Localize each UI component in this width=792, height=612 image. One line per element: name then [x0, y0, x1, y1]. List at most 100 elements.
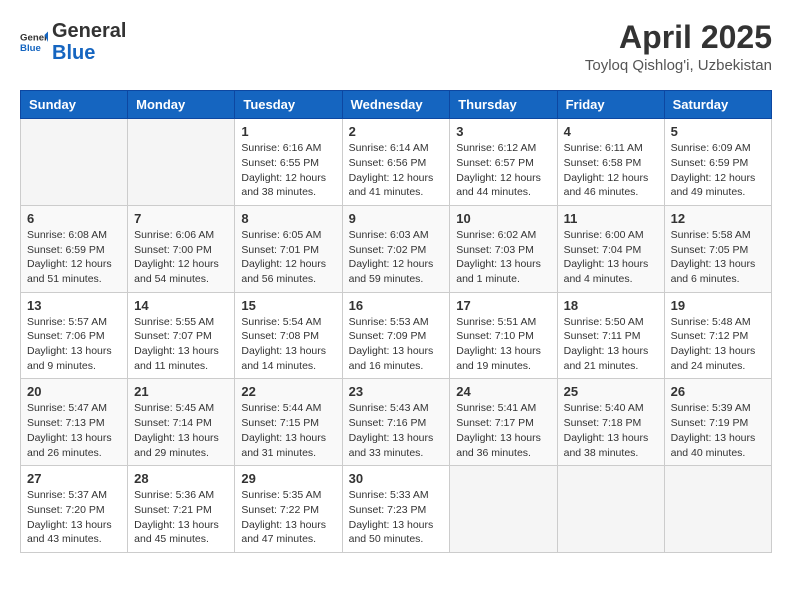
calendar-cell: 19 Sunrise: 5:48 AM Sunset: 7:12 PM Dayli… [664, 292, 771, 379]
day-detail: Sunrise: 5:41 AM Sunset: 7:17 PM Dayligh… [456, 401, 550, 460]
day-number: 20 [27, 384, 121, 399]
weekday-header-wednesday: Wednesday [342, 91, 450, 119]
day-number: 14 [134, 298, 228, 313]
calendar-cell: 7 Sunrise: 6:06 AM Sunset: 7:00 PM Daylig… [128, 205, 235, 292]
day-detail: Sunrise: 6:11 AM Sunset: 6:58 PM Dayligh… [564, 141, 658, 200]
day-number: 21 [134, 384, 228, 399]
day-detail: Sunrise: 5:54 AM Sunset: 7:08 PM Dayligh… [241, 315, 335, 374]
calendar-cell: 6Sunrise: 6:08 AM Sunset: 6:59 PM Daylig… [21, 205, 128, 292]
day-number: 8 [241, 211, 335, 226]
logo: General Blue General Blue [20, 20, 126, 64]
day-number: 29 [241, 471, 335, 486]
day-number: 9 [349, 211, 444, 226]
weekday-header-saturday: Saturday [664, 91, 771, 119]
day-number: 23 [349, 384, 444, 399]
logo-icon: General Blue [20, 28, 48, 56]
day-detail: Sunrise: 5:36 AM Sunset: 7:21 PM Dayligh… [134, 488, 228, 547]
day-detail: Sunrise: 5:55 AM Sunset: 7:07 PM Dayligh… [134, 315, 228, 374]
calendar-cell [664, 466, 771, 553]
calendar-cell [128, 119, 235, 206]
day-detail: Sunrise: 6:06 AM Sunset: 7:00 PM Dayligh… [134, 228, 228, 287]
title-block: April 2025 Toyloq Qishlog'i, Uzbekistan [585, 20, 772, 74]
day-number: 5 [671, 124, 765, 139]
day-number: 15 [241, 298, 335, 313]
day-detail: Sunrise: 5:40 AM Sunset: 7:18 PM Dayligh… [564, 401, 658, 460]
day-detail: Sunrise: 5:35 AM Sunset: 7:22 PM Dayligh… [241, 488, 335, 547]
calendar-cell: 17 Sunrise: 5:51 AM Sunset: 7:10 PM Dayli… [450, 292, 557, 379]
calendar-cell: 23Sunrise: 5:43 AM Sunset: 7:16 PM Dayli… [342, 379, 450, 466]
day-number: 16 [349, 298, 444, 313]
calendar-cell [450, 466, 557, 553]
svg-text:General: General [20, 32, 48, 43]
calendar-cell: 24Sunrise: 5:41 AM Sunset: 7:17 PM Dayli… [450, 379, 557, 466]
day-detail: Sunrise: 5:58 AM Sunset: 7:05 PM Dayligh… [671, 228, 765, 287]
calendar-cell: 25 Sunrise: 5:40 AM Sunset: 7:18 PM Dayli… [557, 379, 664, 466]
calendar-cell: 3 Sunrise: 6:12 AM Sunset: 6:57 PM Daylig… [450, 119, 557, 206]
day-detail: Sunrise: 6:00 AM Sunset: 7:04 PM Dayligh… [564, 228, 658, 287]
day-number: 12 [671, 211, 765, 226]
calendar-cell: 5 Sunrise: 6:09 AM Sunset: 6:59 PM Daylig… [664, 119, 771, 206]
calendar-cell: 9 Sunrise: 6:03 AM Sunset: 7:02 PM Daylig… [342, 205, 450, 292]
day-number: 19 [671, 298, 765, 313]
day-number: 18 [564, 298, 658, 313]
calendar-week-3: 13 Sunrise: 5:57 AM Sunset: 7:06 PM Dayli… [21, 292, 772, 379]
day-detail: Sunrise: 5:44 AM Sunset: 7:15 PM Dayligh… [241, 401, 335, 460]
day-number: 27 [27, 471, 121, 486]
day-number: 17 [456, 298, 550, 313]
day-number: 13 [27, 298, 121, 313]
calendar-cell: 22 Sunrise: 5:44 AM Sunset: 7:15 PM Dayli… [235, 379, 342, 466]
day-detail: Sunrise: 5:47 AM Sunset: 7:13 PM Dayligh… [27, 401, 121, 460]
month-title: April 2025 [585, 20, 772, 55]
day-detail: Sunrise: 5:39 AM Sunset: 7:19 PM Dayligh… [671, 401, 765, 460]
weekday-header-tuesday: Tuesday [235, 91, 342, 119]
page-header: General Blue General Blue April 2025 Toy… [20, 20, 772, 74]
calendar-cell: 18Sunrise: 5:50 AM Sunset: 7:11 PM Dayli… [557, 292, 664, 379]
calendar-cell: 16 Sunrise: 5:53 AM Sunset: 7:09 PM Dayli… [342, 292, 450, 379]
calendar-cell [557, 466, 664, 553]
day-detail: Sunrise: 6:02 AM Sunset: 7:03 PM Dayligh… [456, 228, 550, 287]
calendar-cell: 15 Sunrise: 5:54 AM Sunset: 7:08 PM Dayli… [235, 292, 342, 379]
weekday-header-sunday: Sunday [21, 91, 128, 119]
calendar-cell [21, 119, 128, 206]
calendar-cell: 28Sunrise: 5:36 AM Sunset: 7:21 PM Dayli… [128, 466, 235, 553]
day-detail: Sunrise: 6:03 AM Sunset: 7:02 PM Dayligh… [349, 228, 444, 287]
calendar-cell: 13 Sunrise: 5:57 AM Sunset: 7:06 PM Dayli… [21, 292, 128, 379]
day-number: 22 [241, 384, 335, 399]
calendar-cell: 30 Sunrise: 5:33 AM Sunset: 7:23 PM Dayli… [342, 466, 450, 553]
calendar-cell: 11 Sunrise: 6:00 AM Sunset: 7:04 PM Dayli… [557, 205, 664, 292]
calendar-header: SundayMondayTuesdayWednesdayThursdayFrid… [21, 91, 772, 119]
logo-general-text: General [52, 20, 126, 42]
day-number: 1 [241, 124, 335, 139]
calendar-cell: 12 Sunrise: 5:58 AM Sunset: 7:05 PM Dayli… [664, 205, 771, 292]
calendar-cell: 21Sunrise: 5:45 AM Sunset: 7:14 PM Dayli… [128, 379, 235, 466]
day-number: 26 [671, 384, 765, 399]
day-number: 30 [349, 471, 444, 486]
day-number: 7 [134, 211, 228, 226]
weekday-header-friday: Friday [557, 91, 664, 119]
calendar-week-5: 27 Sunrise: 5:37 AM Sunset: 7:20 PM Dayli… [21, 466, 772, 553]
location-text: Toyloq Qishlog'i, Uzbekistan [585, 57, 772, 74]
day-number: 11 [564, 211, 658, 226]
day-detail: Sunrise: 6:09 AM Sunset: 6:59 PM Dayligh… [671, 141, 765, 200]
day-detail: Sunrise: 6:12 AM Sunset: 6:57 PM Dayligh… [456, 141, 550, 200]
day-number: 3 [456, 124, 550, 139]
calendar-cell: 2Sunrise: 6:14 AM Sunset: 6:56 PM Daylig… [342, 119, 450, 206]
day-detail: Sunrise: 5:57 AM Sunset: 7:06 PM Dayligh… [27, 315, 121, 374]
day-detail: Sunrise: 5:51 AM Sunset: 7:10 PM Dayligh… [456, 315, 550, 374]
calendar-cell: 27 Sunrise: 5:37 AM Sunset: 7:20 PM Dayli… [21, 466, 128, 553]
calendar-body: 1 Sunrise: 6:16 AM Sunset: 6:55 PM Daylig… [21, 119, 772, 553]
day-detail: Sunrise: 5:53 AM Sunset: 7:09 PM Dayligh… [349, 315, 444, 374]
day-detail: Sunrise: 6:08 AM Sunset: 6:59 PM Dayligh… [27, 228, 121, 287]
calendar-cell: 8Sunrise: 6:05 AM Sunset: 7:01 PM Daylig… [235, 205, 342, 292]
weekday-row: SundayMondayTuesdayWednesdayThursdayFrid… [21, 91, 772, 119]
calendar-cell: 20 Sunrise: 5:47 AM Sunset: 7:13 PM Dayli… [21, 379, 128, 466]
day-number: 25 [564, 384, 658, 399]
weekday-header-thursday: Thursday [450, 91, 557, 119]
day-detail: Sunrise: 6:16 AM Sunset: 6:55 PM Dayligh… [241, 141, 335, 200]
day-detail: Sunrise: 5:37 AM Sunset: 7:20 PM Dayligh… [27, 488, 121, 547]
day-number: 2 [349, 124, 444, 139]
calendar-week-2: 6Sunrise: 6:08 AM Sunset: 6:59 PM Daylig… [21, 205, 772, 292]
day-detail: Sunrise: 5:33 AM Sunset: 7:23 PM Dayligh… [349, 488, 444, 547]
calendar-cell: 29 Sunrise: 5:35 AM Sunset: 7:22 PM Dayli… [235, 466, 342, 553]
day-detail: Sunrise: 5:48 AM Sunset: 7:12 PM Dayligh… [671, 315, 765, 374]
